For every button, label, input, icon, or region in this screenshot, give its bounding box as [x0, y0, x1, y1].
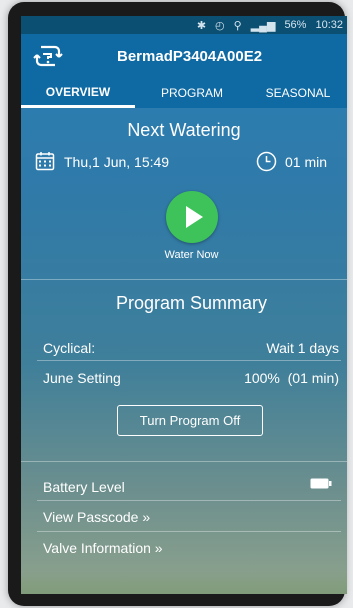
cyclical-value: Wait 1 days	[266, 340, 339, 356]
divider	[21, 279, 347, 280]
view-passcode-link[interactable]: View Passcode »	[43, 509, 150, 525]
status-bar: ✱ ◴ ⚲ ▂▄▆ 56% 10:32	[21, 16, 347, 34]
program-summary-title: Program Summary	[115, 293, 268, 313]
june-setting-value: 100% (01 min)	[244, 370, 339, 386]
next-watering-duration: 01 min	[285, 154, 328, 170]
next-watering-title: Next Watering	[127, 120, 241, 140]
battery-percent: 56%	[284, 19, 307, 31]
valve-information-link[interactable]: Valve Information »	[43, 540, 163, 556]
turn-program-off-button[interactable]: Turn Program Off	[117, 405, 263, 436]
signal-icon: ▂▄▆	[250, 19, 276, 32]
battery-level-label: Battery Level	[43, 479, 125, 495]
battery-icon	[310, 478, 332, 489]
divider	[37, 500, 341, 501]
water-now-label: Water Now	[164, 249, 219, 261]
divider	[21, 461, 347, 462]
tab-overview[interactable]: OVERVIEW	[21, 78, 135, 108]
vibrate-icon: ⚲	[233, 19, 242, 32]
cyclical-label: Cyclical:	[43, 340, 96, 356]
tab-seasonal[interactable]: SEASONAL	[249, 78, 347, 108]
next-watering-date: Thu,1 Jun, 15:49	[64, 154, 170, 170]
app-screen: ✱ ◴ ⚲ ▂▄▆ 56% 10:32 BermadP3404A00E2 OVE…	[21, 16, 347, 594]
divider	[37, 360, 341, 361]
calendar-icon	[35, 152, 55, 171]
bluetooth-icon: ✱	[196, 19, 207, 32]
alarm-icon: ◴	[215, 19, 225, 32]
grass-background	[21, 571, 347, 594]
june-setting-label: June Setting	[43, 370, 121, 386]
divider	[37, 531, 341, 532]
faucet-logo-icon[interactable]	[33, 41, 63, 71]
tab-program[interactable]: PROGRAM	[135, 78, 249, 108]
time: 10:32	[315, 19, 343, 31]
app-header: BermadP3404A00E2	[21, 34, 347, 78]
clock-icon	[256, 151, 277, 172]
device-name: BermadP3404A00E2	[117, 47, 263, 65]
water-now-button[interactable]	[166, 191, 218, 243]
phone-frame: ✱ ◴ ⚲ ▂▄▆ 56% 10:32 BermadP3404A00E2 OVE…	[8, 2, 347, 606]
tab-bar: OVERVIEW PROGRAM SEASONAL	[21, 78, 347, 108]
